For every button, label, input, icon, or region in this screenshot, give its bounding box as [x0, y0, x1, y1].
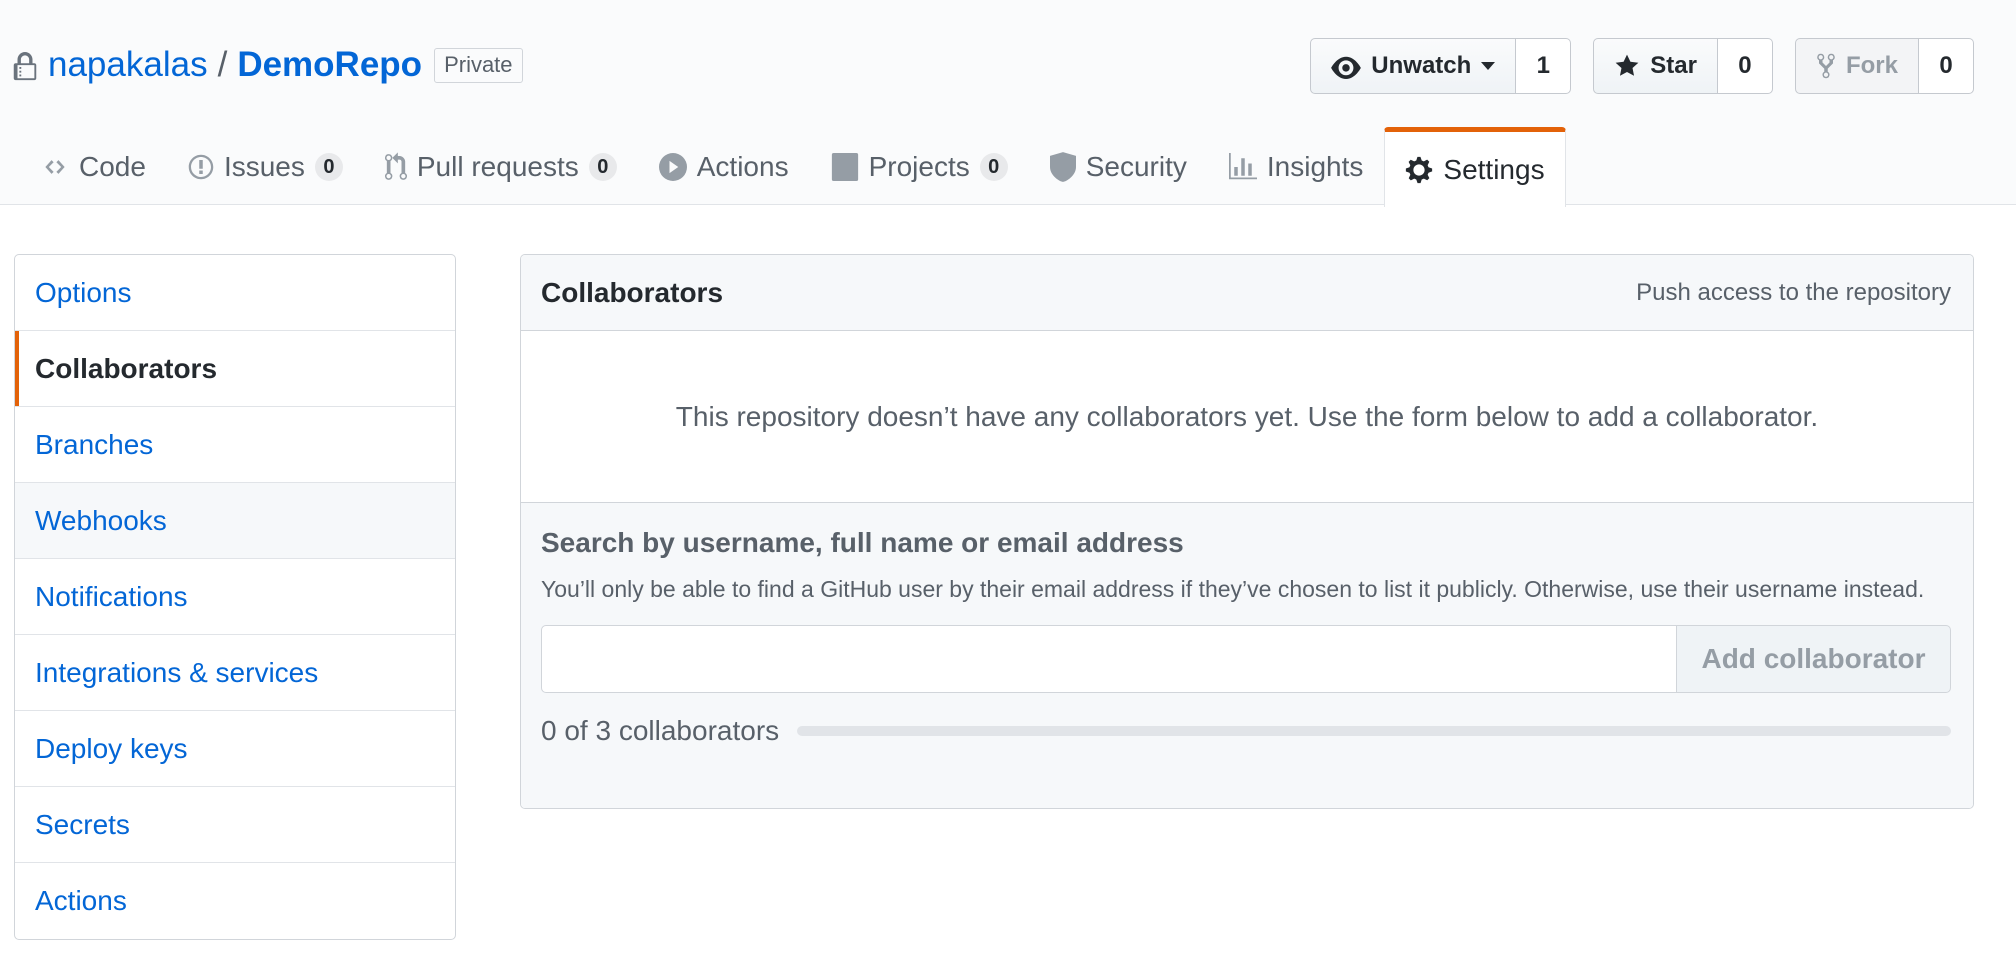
panel-header: Collaborators Push access to the reposit…: [521, 255, 1973, 331]
add-collaborator-button[interactable]: Add collaborator: [1677, 625, 1951, 693]
tab-label: Settings: [1443, 153, 1545, 185]
empty-state-message: This repository doesn’t have any collabo…: [675, 400, 1819, 432]
tab-label: Projects: [868, 150, 970, 182]
add-collaborator-form: Search by username, full name or email a…: [521, 503, 1973, 808]
graph-icon: [1228, 152, 1257, 179]
repo-nav: Code Issues 0 Pull requests 0 Actions Pr…: [20, 126, 1566, 207]
collaborator-count: 0 of 3 collaborators: [541, 715, 780, 746]
issue-icon: [188, 154, 214, 179]
collaborator-limit: 0 of 3 collaborators: [541, 715, 1951, 747]
tab-pull-requests[interactable]: Pull requests 0: [364, 126, 638, 206]
settings-menu: Options Collaborators Branches Webhooks …: [14, 254, 456, 940]
tab-label: Security: [1085, 150, 1187, 182]
empty-state: This repository doesn’t have any collabo…: [521, 331, 1973, 503]
project-icon: [831, 152, 858, 181]
tab-label: Insights: [1266, 150, 1364, 182]
fork-button[interactable]: Fork: [1794, 38, 1919, 94]
menu-item-notifications[interactable]: Notifications: [15, 559, 455, 635]
star-group: Star 0: [1593, 38, 1773, 94]
chevron-down-icon: [1481, 62, 1496, 70]
collaborator-search-input[interactable]: [541, 625, 1677, 693]
repo-actions: Unwatch 1 Star 0 Fork 0: [1310, 38, 2016, 94]
search-note: You’ll only be able to find a GitHub use…: [541, 576, 1925, 602]
private-badge: Private: [434, 47, 523, 83]
fork-group: Fork 0: [1794, 38, 1974, 94]
issues-counter: 0: [314, 152, 343, 181]
pull-requests-counter: 0: [588, 152, 617, 181]
shield-icon: [1049, 151, 1076, 182]
repo-title: napakalas / DemoRepo Private: [12, 40, 523, 90]
search-label: Search by username, full name or email a…: [541, 527, 1184, 558]
menu-item-deploy-keys[interactable]: Deploy keys: [15, 711, 455, 787]
menu-item-secrets[interactable]: Secrets: [15, 787, 455, 863]
tab-label: Issues: [223, 150, 305, 182]
star-label: Star: [1650, 52, 1697, 79]
collaborator-input-group: Add collaborator: [541, 625, 1951, 693]
menu-item-integrations[interactable]: Integrations & services: [15, 635, 455, 711]
forks-count[interactable]: 0: [1919, 38, 1974, 94]
tab-label: Pull requests: [416, 150, 579, 182]
play-icon: [658, 152, 687, 181]
menu-item-options[interactable]: Options: [15, 255, 455, 331]
star-icon: [1615, 54, 1639, 76]
tab-issues[interactable]: Issues 0: [167, 126, 364, 206]
unwatch-label: Unwatch: [1371, 52, 1472, 79]
gear-icon: [1406, 156, 1433, 183]
fork-label: Fork: [1845, 52, 1898, 79]
tab-security[interactable]: Security: [1029, 126, 1208, 206]
tab-actions[interactable]: Actions: [638, 126, 810, 206]
tab-label: Code: [79, 150, 146, 182]
collaborators-panel: Collaborators Push access to the reposit…: [520, 254, 1974, 809]
fork-icon: [1817, 53, 1835, 79]
repo-name-link[interactable]: DemoRepo: [237, 45, 422, 85]
tab-insights[interactable]: Insights: [1208, 126, 1385, 206]
tab-label: Actions: [696, 150, 789, 182]
watch-group: Unwatch 1: [1310, 38, 1572, 94]
tab-projects[interactable]: Projects 0: [810, 126, 1029, 206]
stars-count[interactable]: 0: [1717, 38, 1773, 94]
path-separator: /: [217, 45, 228, 84]
repo-owner-link[interactable]: napakalas: [48, 45, 208, 85]
menu-item-webhooks[interactable]: Webhooks: [15, 483, 455, 559]
code-icon: [45, 159, 65, 174]
pull-request-icon: [384, 151, 407, 180]
collaborator-progress-bar: [797, 726, 1951, 736]
tab-code[interactable]: Code: [20, 126, 167, 206]
watchers-count[interactable]: 1: [1516, 38, 1572, 94]
panel-title: Collaborators: [541, 276, 724, 308]
unwatch-button[interactable]: Unwatch: [1310, 38, 1517, 94]
eye-icon: [1331, 56, 1362, 79]
menu-item-branches[interactable]: Branches: [15, 407, 455, 483]
tab-settings[interactable]: Settings: [1384, 127, 1566, 207]
repo-header: napakalas / DemoRepo Private Unwatch 1 S…: [0, 0, 2016, 207]
projects-counter: 0: [979, 152, 1008, 181]
lock-icon: [13, 52, 37, 81]
menu-item-actions[interactable]: Actions: [15, 863, 455, 939]
star-button[interactable]: Star: [1593, 38, 1718, 94]
menu-item-collaborators[interactable]: Collaborators: [15, 331, 455, 407]
panel-note: Push access to the repository: [1636, 278, 1951, 306]
